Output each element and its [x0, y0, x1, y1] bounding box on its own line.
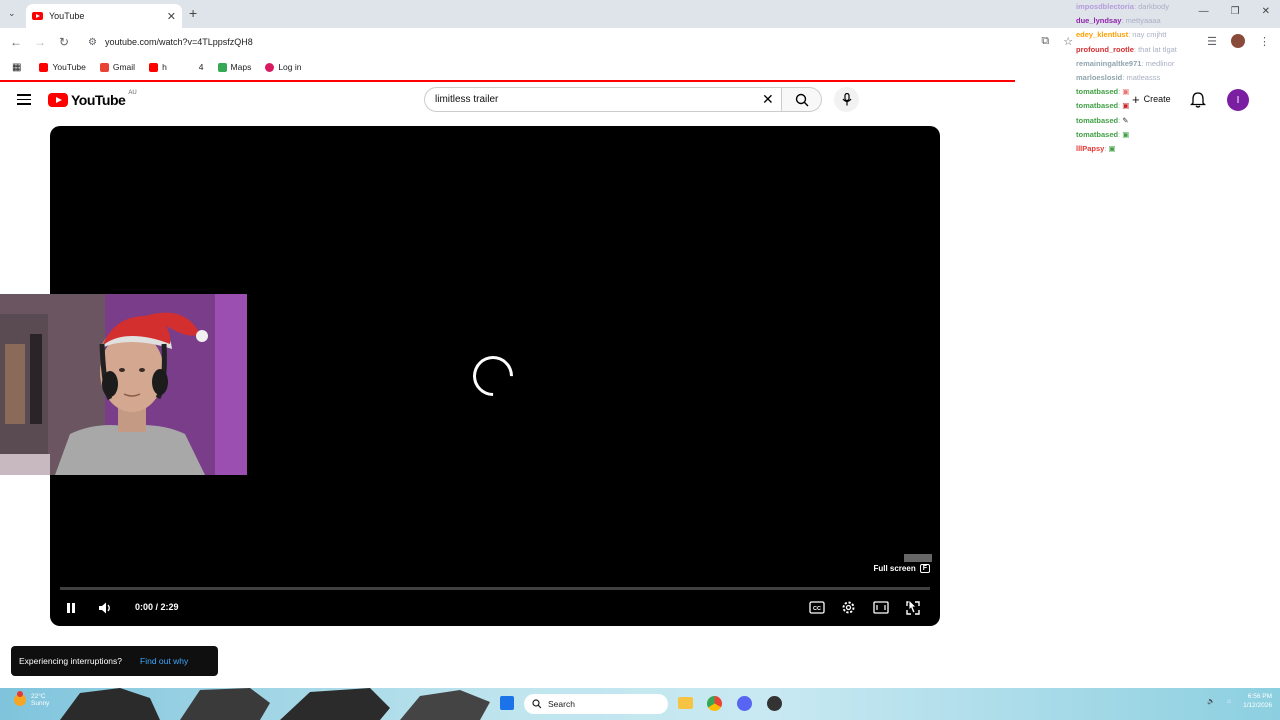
emote-icon: ✎	[1122, 115, 1129, 125]
time-display: 0:00 / 2:29	[135, 602, 179, 612]
bookmark-maps[interactable]: Maps	[217, 62, 251, 72]
tab-youtube[interactable]: YouTube ✕	[26, 4, 182, 28]
bookmark-login[interactable]: Log in	[265, 62, 302, 72]
chat-message: profound_rootle: that lat tlgat	[1076, 44, 1177, 54]
login-icon	[265, 62, 275, 72]
find-out-why-link[interactable]: Find out why	[140, 656, 188, 666]
apps-grid-icon[interactable]: ▦	[12, 62, 21, 73]
captions-icon[interactable]: CC	[809, 601, 825, 614]
file-explorer-icon[interactable]	[678, 697, 693, 709]
theater-mode-icon[interactable]	[873, 601, 889, 614]
youtube-icon	[39, 62, 49, 72]
clock[interactable]: 6:56 PM 1/12/2026	[1243, 692, 1272, 710]
url-text: youtube.com/watch?v=4TLppsfzQH8	[104, 37, 253, 47]
chat-message: tomatbased: ✎	[1076, 115, 1129, 125]
webcam-overlay	[0, 294, 247, 475]
windows-taskbar: 22°C Sunny Search 🔈 ⌂ 6:56 PM 1/12/2026	[0, 688, 1280, 720]
pause-icon[interactable]	[65, 602, 77, 614]
system-tray: 🔈 ⌂ 6:56 PM 1/12/2026	[1207, 692, 1272, 710]
voice-search-button[interactable]	[834, 87, 859, 112]
start-windows-icon[interactable]	[500, 696, 514, 710]
chat-message: imposdblectoria: darkbody	[1076, 2, 1169, 11]
chat-message: edey_klentlust: nay cmjhtt	[1076, 30, 1167, 40]
chat-message: marloeslosid: matleasss	[1076, 73, 1161, 83]
chat-message: tomatbased: ▣	[1076, 129, 1130, 139]
youtube-logo[interactable]: YouTube AU	[48, 90, 137, 108]
chat-message: remainingaltke971: medlinor	[1076, 58, 1175, 68]
search-icon	[532, 699, 542, 709]
emote-icon: ▣	[1122, 129, 1130, 139]
search-button[interactable]	[782, 87, 822, 112]
svg-text:CC: CC	[813, 606, 821, 612]
bookmark-star-icon[interactable]: ☆	[1063, 35, 1073, 48]
fullscreen-tooltip: Full screen F	[873, 564, 930, 573]
emote-icon: ▣	[1122, 101, 1130, 111]
discord-icon[interactable]	[737, 696, 752, 711]
hamburger-menu-icon[interactable]	[17, 94, 31, 108]
search-input[interactable]: limitless trailer	[424, 87, 782, 112]
tooltip-preview	[904, 554, 932, 562]
youtube-favicon-icon	[32, 12, 43, 20]
mouse-cursor-icon	[908, 599, 917, 614]
new-tab-button[interactable]: +	[189, 5, 197, 21]
youtube-icon	[149, 62, 159, 72]
streamer-webcam-image	[0, 294, 247, 475]
weather-widget[interactable]: 22°C Sunny	[14, 691, 49, 707]
weather-sun-icon	[14, 691, 26, 706]
bookmark-gmail[interactable]: Gmail	[99, 62, 135, 72]
back-icon[interactable]: ←	[4, 35, 28, 49]
network-icon[interactable]: ⌂	[1227, 698, 1231, 705]
bookmark-h[interactable]: h	[149, 62, 167, 72]
settings-gear-icon[interactable]	[841, 600, 856, 615]
stream-chat-overlay: imposdblectoria: darkbody due_lyndsay: m…	[1076, 0, 1276, 156]
taskbar-wallpaper-art	[60, 688, 490, 720]
chat-message: tomatbased: ▣	[1076, 101, 1130, 111]
emote-icon: ▣	[1122, 87, 1130, 97]
site-info-icon[interactable]: ⚙	[88, 37, 97, 48]
volume-tray-icon[interactable]: 🔈	[1207, 697, 1215, 705]
tab-search-icon[interactable]: ⌄	[8, 8, 16, 19]
chrome-icon[interactable]	[707, 696, 722, 711]
toast-message: Experiencing interruptions?	[19, 656, 123, 666]
forward-icon[interactable]: →	[28, 35, 52, 49]
youtube-play-icon	[48, 93, 68, 107]
app-icon[interactable]	[767, 696, 782, 711]
search-icon	[795, 93, 808, 106]
reload-icon[interactable]: ↻	[52, 35, 76, 49]
loading-spinner-icon	[464, 347, 522, 405]
chat-message: tomatbased: ▣	[1076, 87, 1130, 97]
bookmark-4[interactable]: 4	[199, 62, 204, 72]
maps-icon	[217, 62, 227, 72]
gmail-icon	[99, 62, 109, 72]
clear-search-icon[interactable]: ✕	[762, 91, 774, 108]
progress-bar[interactable]	[60, 587, 930, 590]
volume-icon[interactable]	[98, 601, 112, 615]
bookmark-youtube[interactable]: YouTube	[39, 62, 86, 72]
interruptions-toast: Experiencing interruptions? Find out why	[11, 646, 218, 676]
tab-title: YouTube	[49, 11, 85, 21]
taskbar-search-input[interactable]: Search	[524, 694, 668, 714]
cast-icon[interactable]: ⧉	[1041, 35, 1049, 48]
emote-icon: ▣	[1108, 144, 1116, 154]
url-field[interactable]: ⚙ youtube.com/watch?v=4TLppsfzQH8	[80, 31, 1080, 53]
chat-message: due_lyndsay: mettyaaaa	[1076, 16, 1161, 26]
microphone-icon	[842, 93, 851, 106]
player-controls: 0:00 / 2:29 CC	[50, 596, 940, 620]
tab-close-icon[interactable]: ✕	[167, 10, 176, 23]
chat-message: lllPapsy: ▣	[1076, 144, 1116, 154]
